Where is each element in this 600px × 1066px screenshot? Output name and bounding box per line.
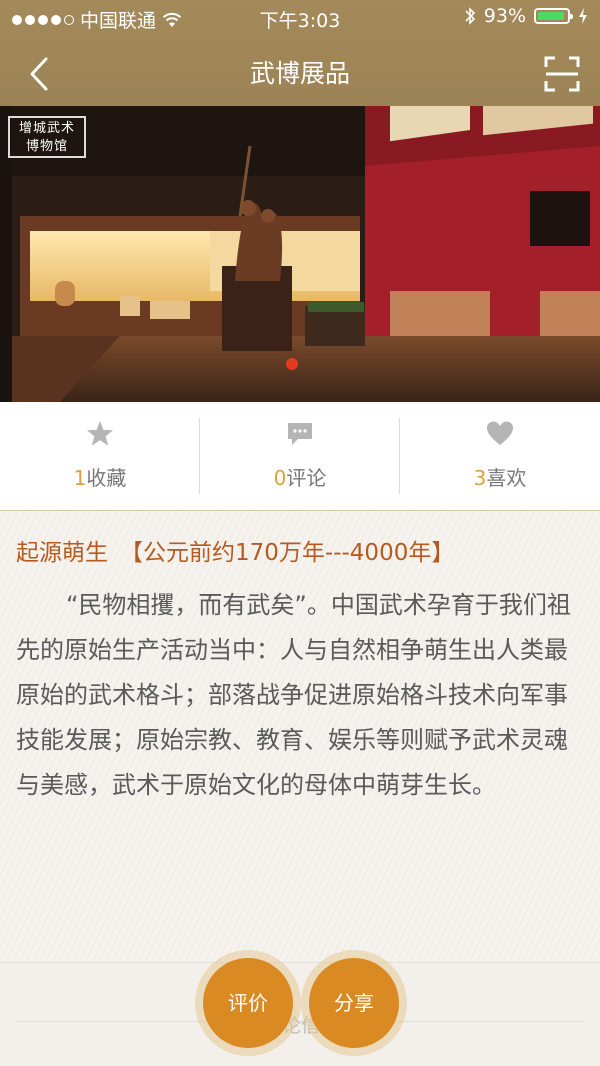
- comment-label: 评论: [286, 466, 327, 490]
- comment-count: 0: [273, 466, 287, 490]
- logo-line-1: 增城武术: [18, 121, 75, 136]
- section-heading: 起源萌生 【公元前约170万年---4000年】: [16, 533, 454, 567]
- battery-icon: [534, 8, 573, 24]
- comments-section: 论信: [0, 962, 600, 1066]
- favorite-label: 收藏: [86, 466, 127, 490]
- top-bar: 中国联通 下午3:03 93% 武博展品: [0, 0, 600, 106]
- section-period: 【公元前约170万年---4000年】: [120, 540, 455, 566]
- star-icon: [87, 421, 113, 446]
- share-button[interactable]: 分享: [309, 958, 399, 1048]
- scan-button[interactable]: [544, 56, 580, 92]
- like-label: 喜欢: [486, 466, 527, 490]
- rate-button[interactable]: 评价: [203, 958, 293, 1048]
- museum-logo: 增城武术 博物馆: [8, 116, 86, 158]
- bluetooth-icon: [465, 7, 475, 25]
- favorite-count: 1: [73, 466, 87, 490]
- logo-line-2: 博物馆: [25, 139, 68, 154]
- page-title: 武博展品: [249, 59, 350, 88]
- like-count: 3: [473, 466, 487, 490]
- heart-icon: [487, 421, 513, 445]
- stats-bar: 1收藏 0评论 3喜欢: [0, 402, 600, 511]
- status-bar: 中国联通 下午3:03 93%: [0, 0, 600, 34]
- battery-percent: 93%: [483, 5, 526, 27]
- section-title: 起源萌生: [16, 540, 108, 566]
- carousel-indicator[interactable]: [286, 358, 298, 370]
- exhibit-photo: 增城武术 博物馆: [0, 106, 600, 402]
- comment-icon: [288, 423, 312, 445]
- description-text: “民物相攫，而有武矣”。中国武术孕育于我们祖先的原始生产活动当中：人与自然相争萌…: [16, 591, 571, 799]
- exhibit-hall-image: [0, 106, 600, 402]
- comment-button[interactable]: 0评论: [200, 402, 400, 510]
- exhibit-description: 起源萌生 【公元前约170万年---4000年】 “民物相攫，而有武矣”。中国武术…: [0, 511, 600, 961]
- favorite-button[interactable]: 1收藏: [0, 402, 200, 510]
- charging-icon: [579, 8, 587, 24]
- like-button[interactable]: 3喜欢: [400, 402, 600, 510]
